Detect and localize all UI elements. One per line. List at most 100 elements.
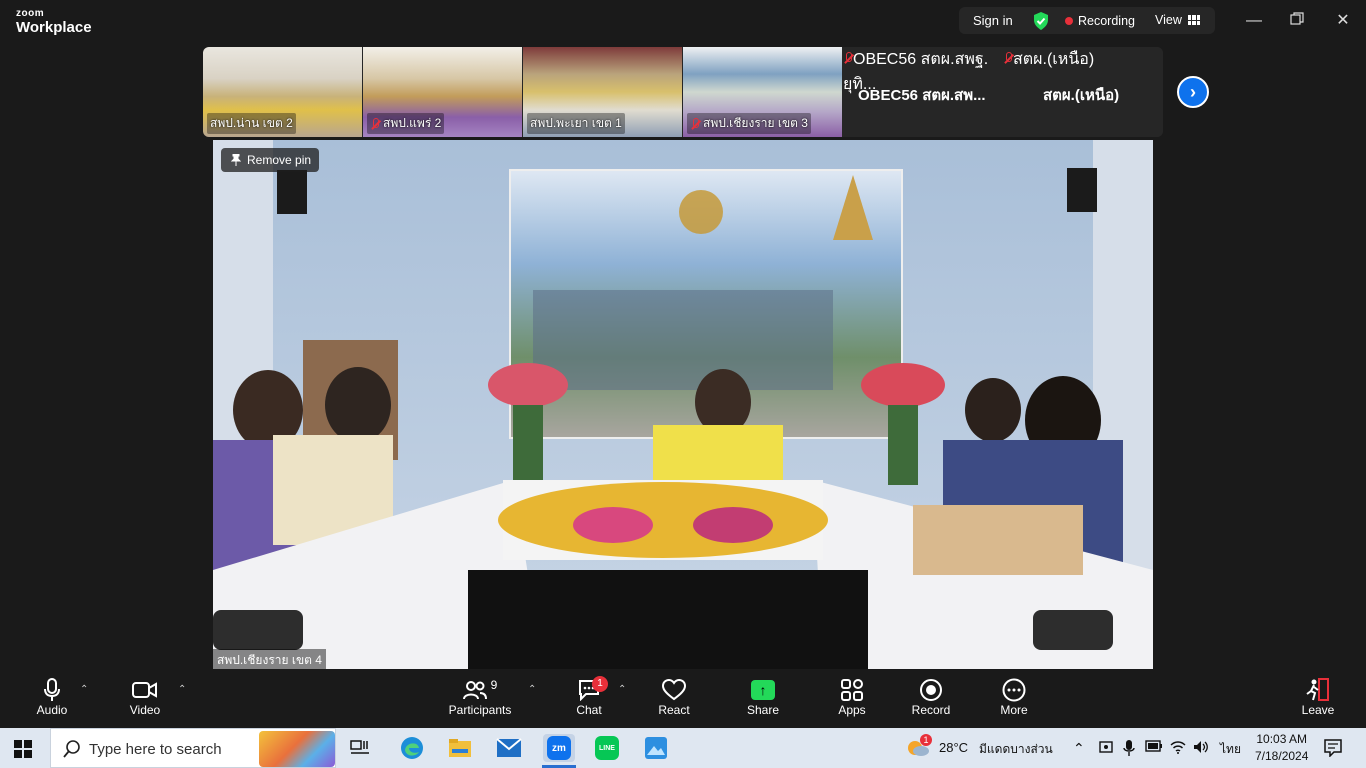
participants-count: 9 — [490, 678, 498, 692]
chat-unread-badge: 1 — [592, 676, 608, 692]
audio-button[interactable]: Audio — [34, 677, 70, 717]
participant-name: สพป.น่าน เขต 2 — [207, 113, 296, 134]
title-bar: zoom Workplace Sign in Recording View — … — [0, 0, 1366, 44]
next-page-button[interactable]: › — [1177, 76, 1209, 108]
volume-icon[interactable] — [1193, 740, 1209, 757]
minimize-icon[interactable]: — — [1245, 12, 1263, 30]
windows-taskbar: Type here to search zm LINE 1 28°C มีแดด… — [0, 728, 1366, 768]
recording-dot-icon — [1065, 17, 1073, 25]
taskbar-search-box[interactable]: Type here to search — [50, 728, 336, 768]
mic-muted-icon — [690, 117, 700, 130]
mic-muted-icon — [843, 52, 853, 64]
video-options-chevron-icon[interactable]: ⌃ — [178, 684, 186, 695]
remove-pin-label: Remove pin — [247, 153, 312, 167]
weather-icon[interactable]: 1 — [906, 734, 932, 758]
participant-thumbnail[interactable]: สพป.แพร่ 2 — [363, 47, 522, 137]
chevron-right-icon: › — [1190, 81, 1196, 102]
sign-in-button[interactable]: Sign in — [973, 13, 1013, 28]
zoom-app-icon[interactable]: zm — [543, 734, 575, 762]
microphone-tray-icon[interactable] — [1123, 740, 1135, 759]
participant-name: สตผ.(เหนือ) — [1003, 47, 1163, 72]
share-label: Share — [746, 703, 780, 717]
more-icon — [1002, 678, 1026, 702]
participants-button[interactable]: 9 Participants — [444, 677, 516, 717]
participant-title: สตผ.(เหนือ) — [1043, 87, 1120, 104]
weather-badge: 1 — [920, 734, 932, 746]
task-view-icon[interactable] — [346, 734, 374, 762]
participant-title: OBEC56 สตผ.สพ... — [858, 87, 986, 104]
participants-label: Participants — [448, 703, 512, 717]
leave-button[interactable]: Leave — [1300, 677, 1336, 717]
search-icon — [63, 740, 80, 758]
photos-app-icon[interactable] — [642, 734, 670, 762]
remove-pin-button[interactable]: Remove pin — [221, 148, 320, 172]
language-indicator[interactable]: ไทย — [1220, 740, 1241, 759]
participant-thumbnail[interactable]: สพป.พะเยา เขต 1 — [523, 47, 682, 137]
apps-button[interactable]: Apps — [835, 677, 869, 717]
audio-label: Audio — [36, 703, 68, 717]
logo-brand: zoom — [16, 8, 45, 19]
video-label: Video — [129, 703, 161, 717]
leave-label: Leave — [1301, 703, 1335, 717]
participant-thumbnail[interactable]: สพป.น่าน เขต 2 — [203, 47, 362, 137]
temperature-text[interactable]: 28°C — [939, 740, 968, 755]
participant-strip: สพป.น่าน เขต 2 สพป.แพร่ 2 สพป.พะเยา เขต … — [203, 47, 1163, 137]
wifi-icon[interactable] — [1170, 740, 1186, 757]
participant-name: สพป.เชียงราย เขต 3 — [687, 113, 811, 134]
mic-muted-icon — [1003, 52, 1013, 64]
edge-browser-icon[interactable] — [398, 734, 426, 762]
chevron-up-icon[interactable]: ⌃ — [1073, 740, 1085, 757]
close-icon[interactable]: ✕ — [1334, 12, 1352, 30]
search-placeholder: Type here to search — [89, 741, 222, 758]
more-label: More — [1000, 703, 1028, 717]
taskbar-clock[interactable]: 10:03 AM 7/18/2024 — [1255, 731, 1308, 765]
recording-indicator[interactable]: Recording — [1065, 14, 1135, 28]
view-button[interactable]: View — [1155, 13, 1200, 27]
line-app-icon[interactable]: LINE — [593, 734, 621, 762]
file-explorer-icon[interactable] — [446, 734, 474, 762]
restore-icon[interactable] — [1288, 12, 1306, 30]
more-button[interactable]: More — [998, 677, 1030, 717]
meeting-status-bar: Sign in Recording View — [959, 7, 1215, 34]
clock-date: 7/18/2024 — [1255, 749, 1309, 763]
weather-description[interactable]: มีแดดบางส่วน — [979, 740, 1053, 759]
mail-icon[interactable] — [495, 734, 523, 762]
view-label: View — [1155, 13, 1182, 27]
participant-namecard[interactable]: สตผ.(เหนือ) สตผ.(เหนือ) — [1003, 47, 1163, 137]
participant-namecard[interactable]: OBEC56 สตผ.สพ... OBEC56 สตผ.สพฐ. ยุทิ... — [843, 47, 1003, 137]
share-screen-icon: ↑ — [751, 680, 775, 700]
chat-button[interactable]: Chat 1 — [572, 676, 608, 717]
react-label: React — [658, 703, 690, 717]
apps-icon — [841, 679, 863, 701]
leave-icon — [1306, 678, 1329, 701]
main-video-feed[interactable] — [213, 140, 1153, 669]
chat-label: Chat — [576, 703, 602, 717]
participant-name: สพป.แพร่ 2 — [367, 113, 445, 134]
battery-icon[interactable] — [1145, 740, 1163, 755]
mic-muted-icon — [370, 117, 380, 130]
participants-icon — [462, 681, 487, 700]
meeting-toolbar: Audio ⌃ Video ⌃ 9 Participants ⌃ Chat 1 … — [0, 669, 1366, 727]
heart-icon — [662, 679, 686, 701]
chat-options-chevron-icon[interactable]: ⌃ — [618, 684, 626, 695]
search-highlight-image — [259, 731, 335, 767]
meeting-room-scene — [213, 140, 1153, 669]
recording-label: Recording — [1078, 14, 1135, 28]
security-shield-icon[interactable] — [1033, 12, 1049, 30]
record-button[interactable]: Record — [911, 677, 951, 717]
apps-label: Apps — [838, 703, 866, 717]
windows-start-icon[interactable] — [14, 740, 32, 763]
share-button[interactable]: ↑ Share — [745, 677, 781, 717]
meet-now-icon[interactable] — [1099, 740, 1113, 757]
pin-icon — [231, 154, 241, 166]
video-button[interactable]: Video — [124, 677, 166, 717]
audio-options-chevron-icon[interactable]: ⌃ — [80, 684, 88, 695]
participants-options-chevron-icon[interactable]: ⌃ — [528, 684, 536, 695]
notifications-icon[interactable] — [1324, 739, 1342, 760]
grid-view-icon — [1187, 15, 1200, 25]
clock-time: 10:03 AM — [1256, 732, 1308, 746]
react-button[interactable]: React — [655, 677, 693, 717]
video-camera-icon — [132, 682, 157, 698]
participant-thumbnail[interactable]: สพป.เชียงราย เขต 3 — [683, 47, 842, 137]
zoom-logo: zoom Workplace — [16, 8, 92, 36]
